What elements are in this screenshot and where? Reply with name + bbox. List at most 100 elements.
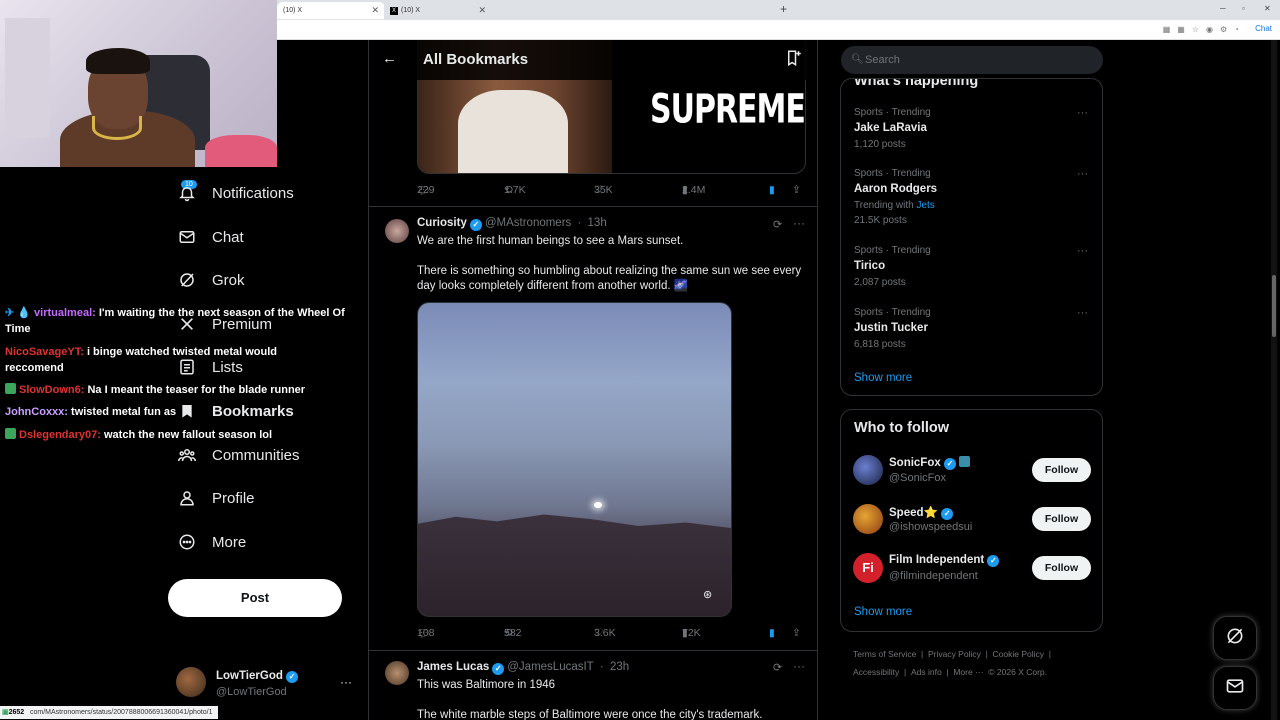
bookmark-filled-icon[interactable]: ▮ bbox=[769, 184, 775, 196]
tweet-image[interactable]: ⊛ bbox=[417, 302, 732, 617]
page-header: ← All Bookmarks bbox=[369, 40, 817, 80]
tweet-author[interactable]: James Lucas ✓ @JamesLucasIT · 23h bbox=[417, 661, 629, 675]
close-window-icon[interactable]: ✕ bbox=[1264, 4, 1271, 13]
trend-more-icon[interactable]: ··· bbox=[1077, 168, 1088, 180]
bookmark-folder-icon[interactable] bbox=[785, 49, 805, 69]
pillow bbox=[205, 135, 277, 167]
views-count: 72K bbox=[682, 627, 701, 639]
suggestion-avatar[interactable] bbox=[853, 504, 883, 534]
tweet-author[interactable]: Curiosity ✓ @MAstronomers · 13h bbox=[417, 217, 607, 231]
streamer-hair bbox=[86, 48, 150, 74]
share-icon[interactable]: ⇪ bbox=[792, 184, 801, 196]
suggestion-name[interactable]: Film Independent ✓ bbox=[889, 554, 1000, 567]
trend-more-icon[interactable]: ··· bbox=[1077, 245, 1088, 257]
footer-link[interactable]: More ··· bbox=[953, 667, 983, 677]
trend-name[interactable]: Aaron Rodgers bbox=[854, 183, 937, 195]
bookmark-filled-icon[interactable]: ▮ bbox=[769, 627, 775, 639]
nav-label: Bookmarks bbox=[212, 402, 294, 420]
minimize-icon[interactable]: ─ bbox=[1220, 4, 1226, 13]
account-name[interactable]: LowTierGod ✓ bbox=[216, 670, 299, 683]
grok-explain-icon[interactable]: ⟳ bbox=[773, 218, 782, 231]
close-tab-icon[interactable]: ✕ bbox=[478, 2, 486, 19]
footer-links: Accessibility | Ads info | More ··· © 20… bbox=[853, 667, 1048, 677]
suggestion-name[interactable]: SonicFox ✓ bbox=[889, 456, 971, 470]
grok-explain-icon[interactable]: ⟳ bbox=[773, 661, 782, 674]
tweet-text: We are the first human beings to see a M… bbox=[417, 235, 684, 247]
follow-button[interactable]: Follow bbox=[1032, 458, 1091, 482]
close-tab-icon[interactable]: ✕ bbox=[371, 2, 379, 19]
shelf bbox=[5, 18, 50, 138]
trend-name[interactable]: Justin Tucker bbox=[854, 322, 928, 334]
trend-count: 2,087 posts bbox=[854, 277, 906, 288]
search-input[interactable]: 🔍︎ Search bbox=[841, 46, 1103, 74]
trend-with-link[interactable]: Jets bbox=[916, 200, 934, 211]
footer-link[interactable]: Terms of Service bbox=[853, 649, 916, 659]
messages-fab[interactable] bbox=[1213, 666, 1257, 710]
nav-label: Communities bbox=[212, 446, 300, 464]
post-button[interactable]: Post bbox=[168, 579, 342, 617]
show-more-link[interactable]: Show more bbox=[854, 372, 912, 384]
who-to-follow-title: Who to follow bbox=[854, 420, 950, 436]
grok-image-icon[interactable]: ⊛ bbox=[703, 588, 712, 601]
suggestion-avatar[interactable]: Fi bbox=[853, 553, 883, 583]
bell-icon bbox=[177, 183, 197, 203]
maximize-icon[interactable]: ▫ bbox=[1242, 4, 1245, 13]
trend-more-icon[interactable]: ··· bbox=[1077, 307, 1088, 319]
live-icon: ▣ bbox=[2, 709, 9, 716]
trend-more-icon[interactable]: ··· bbox=[1077, 107, 1088, 119]
chat-button[interactable]: Chat bbox=[1255, 24, 1272, 33]
nav-notifications[interactable]: Notifications bbox=[177, 178, 294, 208]
address-bar[interactable]: ▦▦☆◉⚙◔ Chat bbox=[277, 20, 1280, 40]
suggestion-name-text: SonicFox bbox=[889, 457, 941, 469]
show-more-link[interactable]: Show more bbox=[854, 606, 912, 618]
search-placeholder: Search bbox=[865, 54, 900, 66]
grok-fab[interactable] bbox=[1213, 616, 1257, 660]
footer-link[interactable]: Privacy Policy bbox=[928, 649, 981, 659]
share-icon[interactable]: ⇪ bbox=[792, 627, 801, 639]
account-avatar[interactable] bbox=[176, 667, 206, 697]
footer-link[interactable]: Cookie Policy bbox=[993, 649, 1045, 659]
follow-button[interactable]: Follow bbox=[1032, 507, 1091, 531]
nav-label: More bbox=[212, 533, 247, 551]
chat-username: JohnCoxxx bbox=[5, 406, 65, 418]
toolbar-icons[interactable]: ▦▦☆◉⚙◔ bbox=[1163, 25, 1246, 34]
gold-chain bbox=[92, 116, 142, 140]
browser-tab-2[interactable]: X (10) X ✕ bbox=[384, 2, 492, 19]
trend-with-prefix: Trending with bbox=[854, 200, 914, 211]
like-count: 3.6K bbox=[594, 627, 616, 639]
back-arrow-icon[interactable]: ← bbox=[382, 50, 397, 67]
suggestion-name[interactable]: Speed⭐ ✓ bbox=[889, 505, 954, 520]
browser-tab-1[interactable]: (10) X ✕ bbox=[277, 2, 385, 19]
trend-name[interactable]: Jake LaRavia bbox=[854, 122, 927, 134]
account-more-icon[interactable]: ··· bbox=[340, 675, 352, 689]
page-scrollbar[interactable] bbox=[1271, 40, 1277, 720]
new-tab-icon[interactable]: + bbox=[780, 2, 787, 16]
trend-name[interactable]: Tirico bbox=[854, 260, 885, 272]
tweet-avatar[interactable] bbox=[385, 219, 409, 243]
tweet-more-icon[interactable]: ··· bbox=[793, 659, 805, 673]
footer-link[interactable]: Ads info bbox=[911, 667, 942, 677]
sub-badge-icon bbox=[5, 383, 16, 394]
scrollbar-thumb[interactable] bbox=[1272, 275, 1276, 337]
verified-icon: ✓ bbox=[286, 671, 299, 683]
tweet-text: The white marble steps of Baltimore were… bbox=[417, 709, 763, 720]
verified-icon: ✓ bbox=[943, 458, 956, 470]
footer-link[interactable]: Accessibility bbox=[853, 667, 899, 677]
author-handle: @MAstronomers bbox=[484, 217, 572, 229]
nav-communities[interactable]: Communities bbox=[177, 440, 300, 470]
nav-profile[interactable]: Profile bbox=[177, 483, 255, 513]
divider bbox=[369, 650, 817, 651]
media-text: SUPREME bbox=[650, 86, 805, 134]
tab-strip: (10) X ✕ X (10) X ✕ + ─ ▫ ✕ bbox=[277, 0, 1280, 20]
nav-more[interactable]: More bbox=[177, 527, 246, 557]
follow-button[interactable]: Follow bbox=[1032, 556, 1091, 580]
tweet-text: This was Baltimore in 1946 bbox=[417, 679, 556, 691]
nav-chat[interactable]: Chat bbox=[177, 222, 244, 252]
suggestion-avatar[interactable] bbox=[853, 455, 883, 485]
who-to-follow-panel: Who to follow SonicFox ✓ @SonicFox Follo… bbox=[840, 409, 1103, 632]
nav-grok[interactable]: Grok bbox=[177, 265, 245, 295]
tweet-more-icon[interactable]: ··· bbox=[793, 216, 805, 230]
suggestion-name-text: Film Independent bbox=[889, 554, 985, 566]
tweet-avatar[interactable] bbox=[385, 661, 409, 685]
tab-label: (10) X bbox=[401, 7, 421, 14]
